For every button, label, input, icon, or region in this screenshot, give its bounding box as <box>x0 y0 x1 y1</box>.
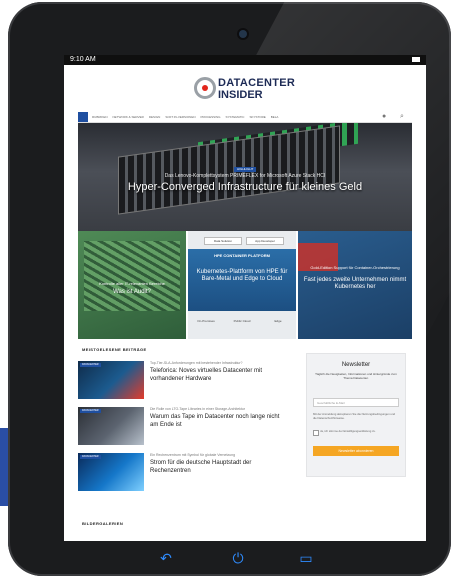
teaser-tile-hpe[interactable]: Data Solution App Developer HPE CONTAINE… <box>188 231 296 339</box>
article-tag: DATACENTER <box>80 363 101 367</box>
main-navigation: RUBRIKEN NETWORK & SERVER DESIGN SOFT.IN… <box>78 112 412 123</box>
logo-mark-icon <box>194 77 216 99</box>
hero-kicker: Das Lenovo-Komplettsystem PRIMEFLEX for … <box>164 173 326 179</box>
tile-label: HPE CONTAINER PLATFORM <box>214 253 270 258</box>
status-bar: 9:10 AM <box>64 55 426 65</box>
galleries-heading: BILDERGALERIEN <box>82 521 124 526</box>
teaser-tile-audit[interactable]: Kontrolle aller IT-relevanten Bereiche W… <box>78 231 186 339</box>
teaser-tiles: Kontrolle aller IT-relevanten Bereiche W… <box>78 231 412 339</box>
search-icon[interactable]: ⌕ <box>400 113 407 120</box>
deployment-icons: On-Premises Public Cloud Edge <box>188 319 296 323</box>
nav-item[interactable]: RUBRIKEN <box>92 113 108 121</box>
nav-item[interactable]: SKYSTORE <box>249 113 265 121</box>
article-item[interactable]: DATACENTER Top-Tier-SLA-Anforderungen mi… <box>78 361 288 401</box>
newsletter-box: Newsletter Täglich die Neuigkeiten, Info… <box>306 353 406 477</box>
app-developer-button[interactable]: App Developer <box>246 237 284 245</box>
tile-title: Kubernetes-Plattform von HPE für Bare-Me… <box>196 269 288 282</box>
article-kicker: Top-Tier-SLA-Anforderungen mit bestehend… <box>150 361 243 365</box>
maze-image <box>84 241 180 311</box>
article-headline: Warum das Tape im Datacenter noch lange … <box>150 414 280 428</box>
nav-item[interactable]: PROCESSING <box>201 113 221 121</box>
nav-item[interactable]: DESIGN <box>149 113 161 121</box>
article-headline: Strom für die deutsche Hauptstadt der Re… <box>150 460 252 474</box>
on-premises-label: On-Premises <box>197 319 215 323</box>
nav-item[interactable]: SYSTEMATIC <box>226 113 245 121</box>
article-item[interactable]: DATACENTER Die Rolle von LTO-Tape Librar… <box>78 407 288 447</box>
site-logo[interactable]: DATACENTER INSIDER <box>194 75 304 103</box>
newsletter-title: Newsletter <box>341 362 371 368</box>
article-tag: DATACENTER <box>80 409 101 413</box>
public-cloud-label: Public Cloud <box>233 319 251 323</box>
home-icon[interactable] <box>78 112 88 122</box>
tablet-screen: 9:10 AM DATACENTER INSIDER RUBRIKEN NETW… <box>64 55 426 541</box>
newsletter-subscribe-button[interactable]: Newsletter abonnieren <box>313 446 399 456</box>
tile-kicker: Gold-Edition Support für Container-Orche… <box>310 265 400 270</box>
recents-icon[interactable]: ▭ <box>298 550 314 566</box>
article-tag: DATACENTER <box>80 455 101 459</box>
article-item[interactable]: DATACENTER Ein Rechenzentrum mit Symbol … <box>78 453 288 493</box>
article-kicker: Die Rolle von LTO-Tape Libraries in eine… <box>150 407 245 411</box>
newsletter-privacy-text: Mit der Anmeldung akzeptieren Sie die Nu… <box>313 412 396 420</box>
article-kicker: Ein Rechenzentrum mit Symbol für globale… <box>150 453 236 457</box>
logo-text-line2: INSIDER <box>218 89 263 101</box>
logo-text-line1: DATACENTER <box>218 77 296 89</box>
edge-label: Edge <box>274 319 282 323</box>
nav-items: RUBRIKEN NETWORK & SERVER DESIGN SOFT.IN… <box>92 113 278 121</box>
user-icon[interactable]: ● <box>382 113 389 120</box>
tile-title: Was ist Audit? <box>113 289 151 295</box>
power-icon[interactable]: ⏻ <box>230 550 246 566</box>
tablet-device: 9:10 AM DATACENTER INSIDER RUBRIKEN NETW… <box>8 2 451 576</box>
article-headline: Teleforica: Noves virtuelles Datacenter … <box>150 368 263 382</box>
consent-label: Ja, ich stimme der Einwilligungserklärun… <box>320 429 376 433</box>
nav-item[interactable]: BELA <box>271 113 279 121</box>
most-read-heading: MEISTGELESENE BEITRÄGE <box>82 347 147 352</box>
data-solution-button[interactable]: Data Solution <box>204 237 242 245</box>
status-time: 9:10 AM <box>70 56 96 63</box>
battery-icon <box>412 57 420 62</box>
nav-item[interactable]: NETWORK & SERVER <box>113 113 144 121</box>
hero-teaser[interactable]: HIGHLIGHT Das Lenovo-Komplettsystem PRIM… <box>78 123 412 231</box>
website: DATACENTER INSIDER RUBRIKEN NETWORK & SE… <box>78 65 412 541</box>
newsletter-description: Täglich die Neuigkeiten, Informationen u… <box>315 372 397 380</box>
tile-kicker: Kontrolle aller IT-relevanten Bereiche <box>99 281 165 286</box>
teaser-tile-kubernetes[interactable]: Gold-Edition Support für Container-Orche… <box>298 231 412 339</box>
hero-title: Hyper-Converged Infrastructure für klein… <box>127 181 363 193</box>
device-navigation-bar: ↶ ⏻ ▭ <box>158 550 318 566</box>
article-thumbnail: DATACENTER <box>78 407 144 445</box>
front-camera <box>239 30 247 38</box>
article-thumbnail: DATACENTER <box>78 361 144 399</box>
nav-item[interactable]: SOFT.IN-VERSIONEN <box>165 113 195 121</box>
hero-badge: HIGHLIGHT <box>234 167 257 172</box>
tile-title: Fast jedes zweite Unternehmen nimmt Kube… <box>303 277 407 290</box>
newsletter-email-input[interactable]: Geschäftliche E-Mail <box>313 398 399 407</box>
consent-checkbox[interactable] <box>313 430 319 436</box>
back-arrow-icon[interactable]: ↶ <box>158 550 174 566</box>
article-thumbnail: DATACENTER <box>78 453 144 491</box>
